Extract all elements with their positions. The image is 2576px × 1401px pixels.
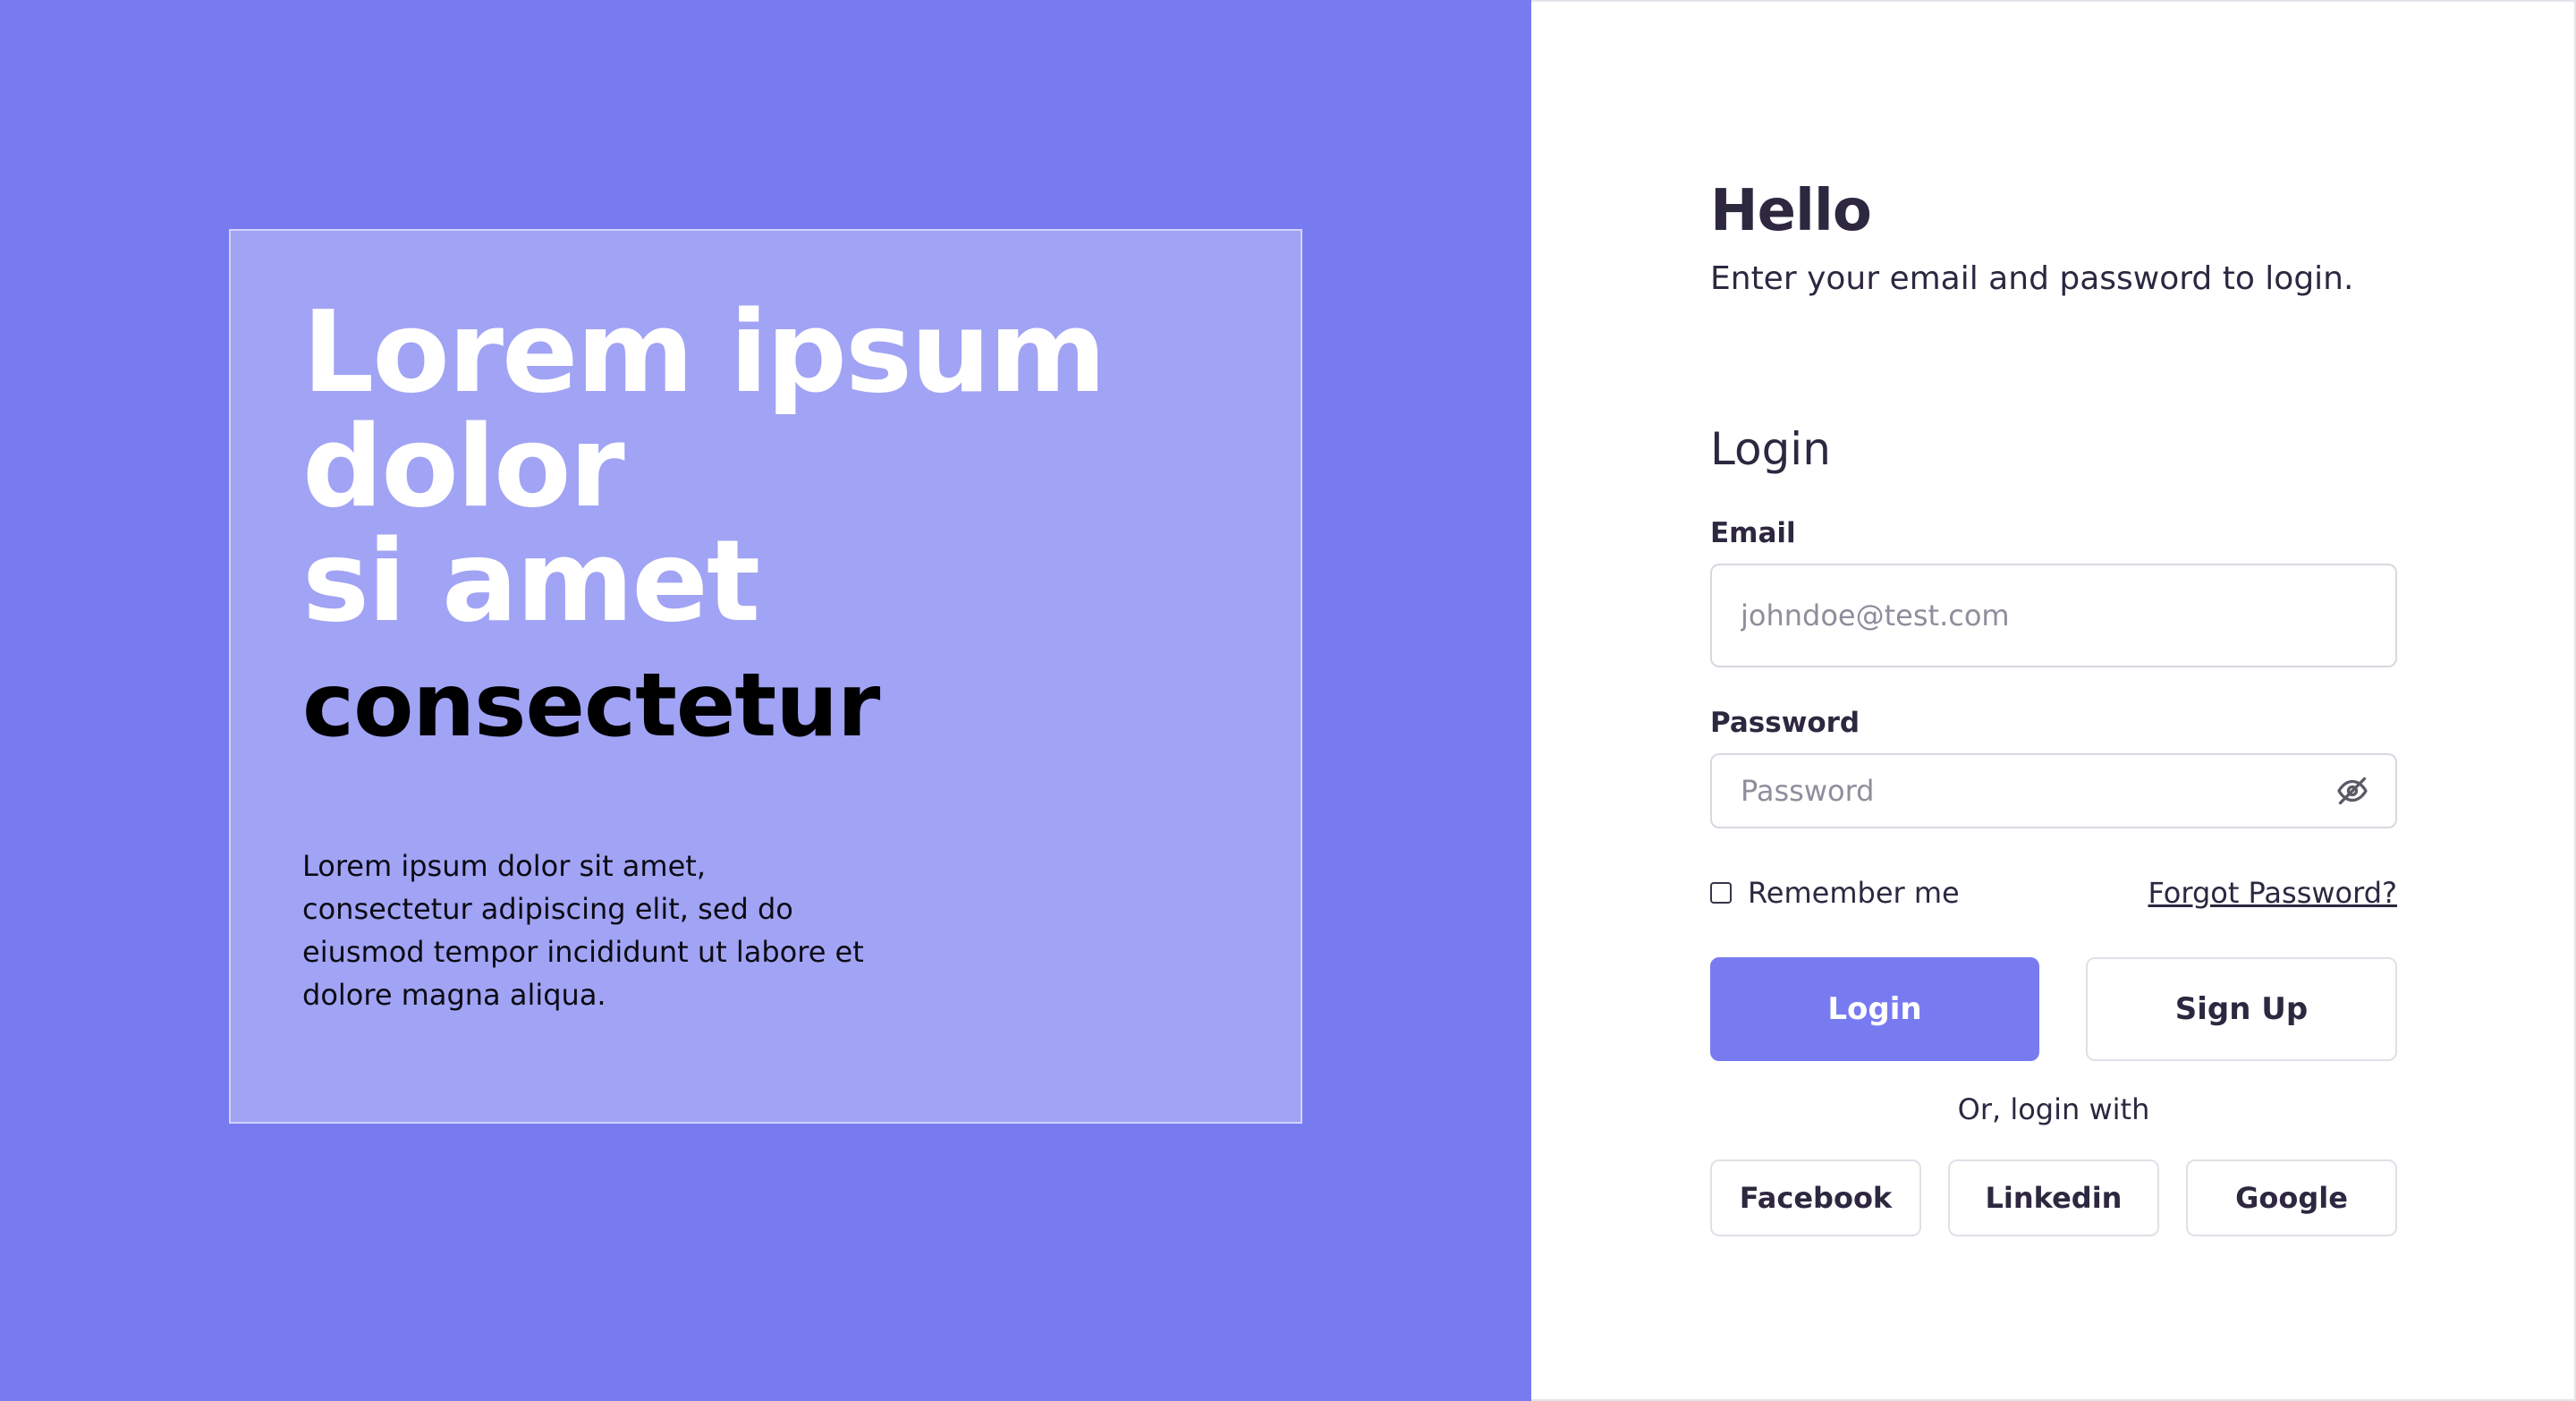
hero-description: Lorem ipsum dolor sit amet, consectetur …	[302, 849, 864, 1012]
login-page: Lorem ipsum dolor si amet consectetur Lo…	[0, 0, 2576, 1401]
google-button[interactable]: Google	[2186, 1159, 2397, 1236]
signup-button[interactable]: Sign Up	[2086, 957, 2397, 1061]
form-heading: Login	[1710, 423, 1831, 475]
email-input[interactable]	[1712, 565, 2395, 666]
password-input[interactable]	[1712, 755, 2395, 827]
hero-title: Lorem ipsum dolor si amet	[302, 295, 1268, 639]
password-label: Password	[1710, 707, 1860, 739]
hero-panel: Lorem ipsum dolor si amet consectetur Lo…	[0, 0, 1531, 1401]
greeting-title: Hello	[1710, 178, 1872, 244]
remember-me: Remember me	[1710, 876, 1960, 910]
linkedin-button[interactable]: Linkedin	[1948, 1159, 2159, 1236]
remember-checkbox[interactable]	[1710, 882, 1732, 904]
eye-off-icon[interactable]	[2334, 773, 2370, 809]
remember-row: Remember me Forgot Password?	[1710, 873, 2397, 913]
forgot-password-link[interactable]: Forgot Password?	[2148, 876, 2398, 910]
alt-login-text: Or, login with	[1957, 1092, 2150, 1126]
password-field	[1710, 753, 2397, 828]
email-field	[1710, 564, 2397, 667]
hero-title-line: Lorem ipsum	[302, 286, 1106, 418]
greeting-subtitle: Enter your email and password to login.	[1710, 260, 2354, 297]
hero-card: Lorem ipsum dolor si amet consectetur Lo…	[229, 229, 1302, 1124]
facebook-button[interactable]: Facebook	[1710, 1159, 1921, 1236]
remember-label: Remember me	[1748, 876, 1960, 910]
email-label: Email	[1710, 517, 1796, 549]
hero-title-line: dolor	[302, 401, 625, 532]
login-panel: Hello Enter your email and password to l…	[1531, 0, 2576, 1401]
hero-subtitle: consectetur	[302, 655, 880, 757]
hero-title-line: si amet	[302, 515, 760, 647]
login-button[interactable]: Login	[1710, 957, 2039, 1061]
